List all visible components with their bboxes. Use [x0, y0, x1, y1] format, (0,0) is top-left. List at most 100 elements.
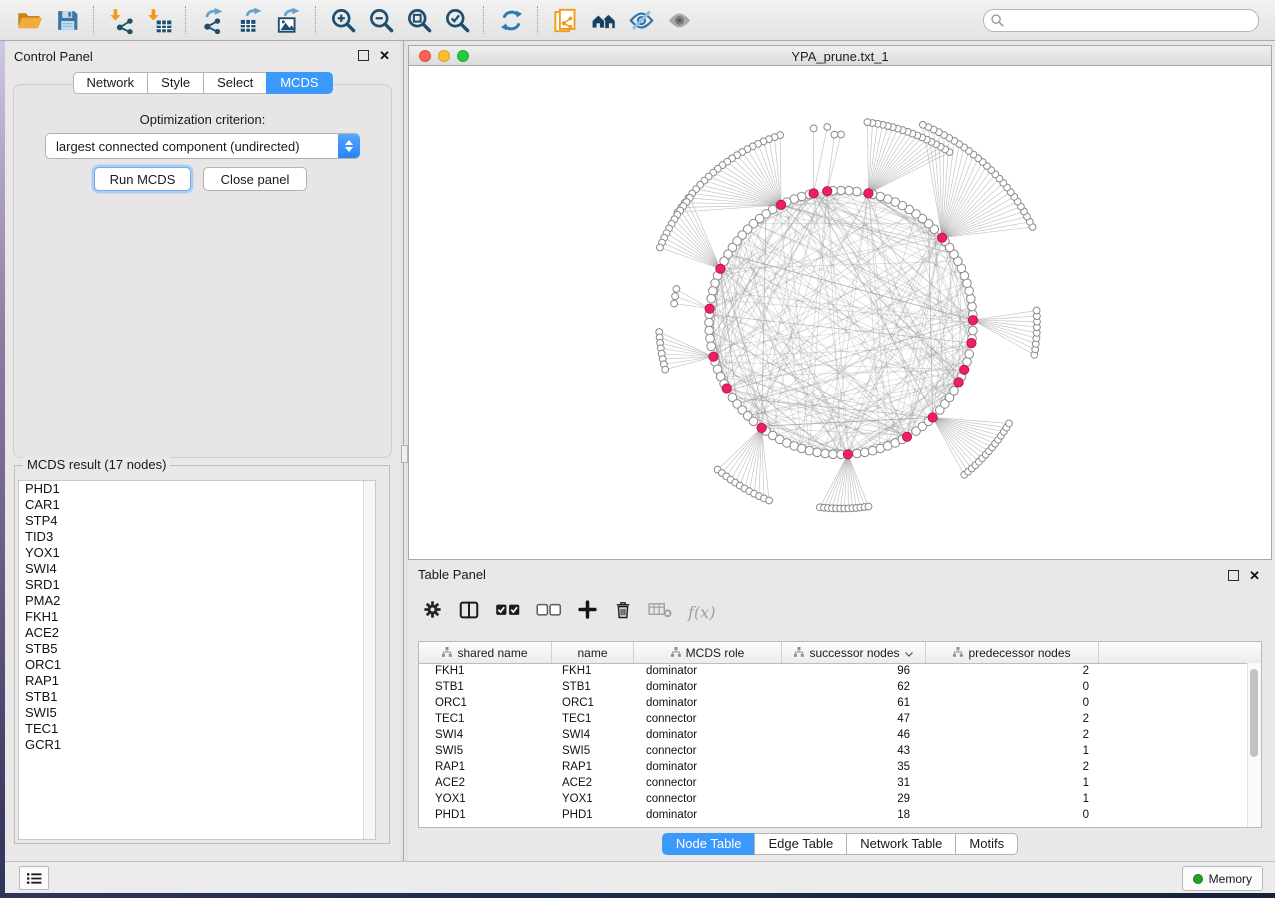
tab-network-table[interactable]: Network Table [846, 833, 956, 855]
cell[interactable]: 0 [926, 697, 1099, 709]
cell[interactable]: 47 [782, 713, 926, 725]
mcds-result-item[interactable]: SWI4 [19, 561, 375, 577]
mcds-result-item[interactable]: TID3 [19, 529, 375, 545]
cell[interactable]: 0 [926, 681, 1099, 693]
close-panel-icon[interactable]: ✕ [1249, 571, 1260, 580]
table-row-STB1[interactable]: STB1STB1dominator620 [419, 679, 1248, 695]
refresh-layout-icon[interactable] [495, 4, 527, 36]
mcds-result-item[interactable]: PHD1 [19, 481, 375, 497]
mcds-result-item[interactable]: STB1 [19, 689, 375, 705]
table-row-ACE2[interactable]: ACE2ACE2connector311 [419, 775, 1248, 791]
deselect-all-icon[interactable] [536, 602, 562, 622]
cell[interactable]: FKH1 [552, 665, 634, 677]
splitter-grip[interactable] [401, 445, 408, 463]
cell[interactable]: dominator [634, 729, 782, 741]
cell[interactable]: 2 [926, 713, 1099, 725]
mcds-result-item[interactable]: SWI5 [19, 705, 375, 721]
tab-style[interactable]: Style [147, 72, 204, 94]
float-panel-icon[interactable] [1228, 570, 1239, 581]
zoom-fit-icon[interactable] [403, 4, 435, 36]
network-canvas[interactable] [408, 66, 1272, 560]
table-scrollbar[interactable] [1247, 663, 1261, 827]
criterion-dropdown[interactable]: largest connected component (undirected) [45, 133, 360, 159]
scrollbar-thumb[interactable] [1250, 669, 1258, 757]
cell[interactable]: connector [634, 777, 782, 789]
table-row-FKH1[interactable]: FKH1FKH1dominator962 [419, 663, 1248, 679]
table-row-SWI5[interactable]: SWI5SWI5connector431 [419, 743, 1248, 759]
mcds-result-list[interactable]: PHD1CAR1STP4TID3YOX1SWI4SRD1PMA2FKH1ACE2… [18, 480, 376, 840]
cell[interactable]: 61 [782, 697, 926, 709]
cell[interactable]: SWI5 [552, 745, 634, 757]
cell[interactable]: 62 [782, 681, 926, 693]
export-table-icon[interactable] [235, 4, 267, 36]
cell[interactable]: 18 [782, 809, 926, 821]
mcds-result-item[interactable]: SRD1 [19, 577, 375, 593]
import-table-icon[interactable] [143, 4, 175, 36]
network-from-document-icon[interactable] [549, 4, 581, 36]
cell[interactable]: ACE2 [419, 777, 552, 789]
close-panel-button[interactable]: Close panel [203, 167, 307, 191]
mcds-result-item[interactable]: CAR1 [19, 497, 375, 513]
mcds-result-item[interactable]: ACE2 [19, 625, 375, 641]
cell[interactable]: ACE2 [552, 777, 634, 789]
table-row-ORC1[interactable]: ORC1ORC1dominator610 [419, 695, 1248, 711]
column-header-successor-nodes[interactable]: successor nodes [782, 642, 926, 663]
table-row-RAP1[interactable]: RAP1RAP1dominator352 [419, 759, 1248, 775]
cell[interactable]: 1 [926, 793, 1099, 805]
open-file-icon[interactable] [13, 4, 45, 36]
search-input[interactable] [983, 9, 1259, 32]
delete-trash-icon[interactable] [613, 600, 633, 625]
function-builder-icon[interactable]: f(x) [688, 603, 715, 622]
tab-select[interactable]: Select [203, 72, 267, 94]
cell[interactable]: dominator [634, 665, 782, 677]
column-header-predecessor-nodes[interactable]: predecessor nodes [926, 642, 1099, 663]
table-settings-gear-icon[interactable] [422, 599, 443, 625]
mcds-result-item[interactable]: ORC1 [19, 657, 375, 673]
cell[interactable]: 35 [782, 761, 926, 773]
table-row-YOX1[interactable]: YOX1YOX1connector291 [419, 791, 1248, 807]
tab-mcds[interactable]: MCDS [266, 72, 332, 94]
tab-node-table[interactable]: Node Table [662, 833, 756, 855]
cell[interactable]: dominator [634, 761, 782, 773]
cell[interactable]: 1 [926, 745, 1099, 757]
cell[interactable]: TEC1 [419, 713, 552, 725]
cell[interactable]: 31 [782, 777, 926, 789]
cell[interactable]: RAP1 [419, 761, 552, 773]
column-header-name[interactable]: name [552, 642, 634, 663]
cell[interactable]: 46 [782, 729, 926, 741]
mcds-result-item[interactable]: STB5 [19, 641, 375, 657]
mcds-result-item[interactable]: PMA2 [19, 593, 375, 609]
mcds-result-item[interactable]: STP4 [19, 513, 375, 529]
tab-edge-table[interactable]: Edge Table [754, 833, 847, 855]
cell[interactable]: STB1 [552, 681, 634, 693]
export-image-icon[interactable] [273, 4, 305, 36]
memory-button[interactable]: Memory [1182, 866, 1263, 891]
table-row-SWI4[interactable]: SWI4SWI4dominator462 [419, 727, 1248, 743]
column-header-MCDS-role[interactable]: MCDS role [634, 642, 782, 663]
export-network-icon[interactable] [197, 4, 229, 36]
cell[interactable]: connector [634, 793, 782, 805]
cell[interactable]: ORC1 [552, 697, 634, 709]
cell[interactable]: YOX1 [552, 793, 634, 805]
tab-motifs[interactable]: Motifs [955, 833, 1018, 855]
float-panel-icon[interactable] [358, 50, 369, 61]
import-network-icon[interactable] [105, 4, 137, 36]
mcds-result-item[interactable]: TEC1 [19, 721, 375, 737]
cell[interactable]: SWI4 [419, 729, 552, 741]
table-row-TEC1[interactable]: TEC1TEC1connector472 [419, 711, 1248, 727]
result-scrollbar[interactable] [363, 481, 375, 839]
cell[interactable]: PHD1 [552, 809, 634, 821]
home-networks-icon[interactable] [587, 4, 619, 36]
delete-table-icon[interactable] [648, 600, 673, 624]
select-all-icon[interactable] [495, 602, 521, 622]
close-panel-icon[interactable]: ✕ [379, 51, 390, 60]
zoom-out-icon[interactable] [365, 4, 397, 36]
cell[interactable]: 0 [926, 809, 1099, 821]
show-column-icon[interactable] [458, 599, 480, 626]
table-row-PHD1[interactable]: PHD1PHD1dominator180 [419, 807, 1248, 823]
cell[interactable]: dominator [634, 681, 782, 693]
cell[interactable]: 43 [782, 745, 926, 757]
cell[interactable]: 1 [926, 777, 1099, 789]
column-header-shared-name[interactable]: shared name [419, 642, 552, 663]
vertical-splitter[interactable] [400, 41, 408, 862]
